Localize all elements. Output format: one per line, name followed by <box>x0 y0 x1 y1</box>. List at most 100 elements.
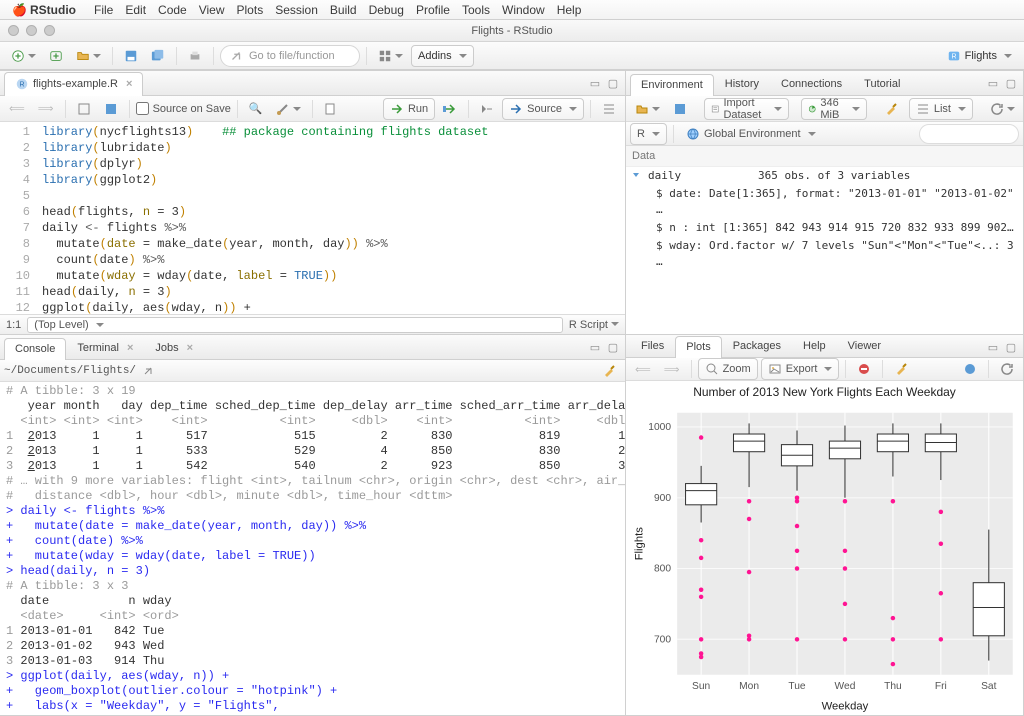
back-button[interactable]: ⟸ <box>4 98 30 120</box>
clear-console-button[interactable] <box>597 360 621 382</box>
env-search-input[interactable] <box>919 124 1019 144</box>
prev-plot-button[interactable]: ⟸ <box>630 358 656 380</box>
env-row[interactable]: $ n : int [1:365] 842 943 914 915 720 83… <box>626 219 1023 237</box>
menu-session[interactable]: Session <box>269 3 324 17</box>
code-tools-button[interactable] <box>271 98 306 120</box>
filetype-selector[interactable]: R Script <box>569 319 619 331</box>
forward-button[interactable]: ⟹ <box>33 98 59 120</box>
tab-env-environment[interactable]: Environment <box>630 74 714 96</box>
new-file-button[interactable] <box>6 45 41 67</box>
view-mode-button[interactable]: List <box>909 98 973 120</box>
minimize-pane-icon[interactable]: ▭ <box>985 339 1001 355</box>
zoom-button[interactable]: Zoom <box>698 358 758 380</box>
clear-workspace-button[interactable] <box>879 98 903 120</box>
project-menu[interactable]: R Flights <box>941 45 1018 67</box>
close-tab-icon[interactable]: × <box>122 78 132 90</box>
svg-text:Fri: Fri <box>935 681 947 692</box>
env-row[interactable]: $ wday: Ord.factor w/ 7 levels "Sun"<"Mo… <box>626 237 1023 271</box>
menu-profile[interactable]: Profile <box>410 3 456 17</box>
remove-plot-button[interactable] <box>852 358 876 380</box>
minimize-pane-icon[interactable]: ▭ <box>587 75 603 91</box>
console-tabs: ConsoleTerminal×Jobs× ▭ ▢ <box>0 335 625 360</box>
tab-plot-files[interactable]: Files <box>630 335 675 357</box>
go-to-section-button[interactable] <box>475 98 499 120</box>
traffic-light-zoom[interactable] <box>44 25 55 36</box>
open-file-button[interactable] <box>71 45 106 67</box>
load-workspace-button[interactable] <box>630 98 665 120</box>
source-button[interactable]: Source <box>502 98 584 120</box>
window-titlebar: Flights - RStudio <box>0 20 1024 42</box>
console-pane: ConsoleTerminal×Jobs× ▭ ▢ ~/Documents/Fl… <box>0 334 626 716</box>
clear-plots-button[interactable] <box>889 358 913 380</box>
export-button[interactable]: Export <box>761 358 840 380</box>
run-button[interactable]: Run <box>383 98 435 120</box>
env-data[interactable]: Data daily365 obs. of 3 variables$ date:… <box>626 146 1023 334</box>
app-name[interactable]: RStudio <box>24 3 82 17</box>
cursor-position: 1:1 <box>6 319 21 331</box>
save-button[interactable] <box>119 45 143 67</box>
outline-button[interactable] <box>597 98 621 120</box>
tab-plot-plots[interactable]: Plots <box>675 336 721 358</box>
svg-text:800: 800 <box>654 564 671 575</box>
maximize-pane-icon[interactable]: ▢ <box>605 75 621 91</box>
minimize-pane-icon[interactable]: ▭ <box>985 75 1001 91</box>
menu-build[interactable]: Build <box>324 3 363 17</box>
minimize-pane-icon[interactable]: ▭ <box>587 339 603 355</box>
maximize-pane-icon[interactable]: ▢ <box>1003 75 1019 91</box>
menu-tools[interactable]: Tools <box>456 3 496 17</box>
traffic-light-minimize[interactable] <box>26 25 37 36</box>
wd-browse-icon[interactable] <box>139 360 157 382</box>
menu-file[interactable]: File <box>88 3 119 17</box>
tab-source-file[interactable]: R flights-example.R × <box>4 72 143 96</box>
maximize-pane-icon[interactable]: ▢ <box>605 339 621 355</box>
traffic-light-close[interactable] <box>8 25 19 36</box>
code-editor[interactable]: 12345678910111213141516 library(nycfligh… <box>0 122 625 314</box>
show-in-new-window-button[interactable] <box>72 98 96 120</box>
tab-con-console[interactable]: Console <box>4 338 66 360</box>
rerun-button[interactable] <box>438 98 462 120</box>
env-scope-selector[interactable]: Global Environment <box>680 123 822 145</box>
console-output[interactable]: # A tibble: 3 x 19 year month day dep_ti… <box>0 382 625 715</box>
goto-file-input[interactable]: Go to file/function <box>220 45 360 67</box>
source-icon <box>509 102 523 116</box>
language-selector[interactable]: R <box>630 123 667 145</box>
import-dataset-button[interactable]: Import Dataset <box>704 98 789 120</box>
tab-env-history[interactable]: History <box>714 73 770 95</box>
working-directory[interactable]: ~/Documents/Flights/ <box>4 365 136 377</box>
tab-plot-viewer[interactable]: Viewer <box>837 335 892 357</box>
env-row[interactable]: $ date: Date[1:365], format: "2013-01-01… <box>626 185 1023 219</box>
env-row[interactable]: daily365 obs. of 3 variables <box>626 167 1023 185</box>
new-project-button[interactable] <box>44 45 68 67</box>
menu-debug[interactable]: Debug <box>363 3 410 17</box>
source-on-save-checkbox[interactable]: Source on Save <box>136 102 231 115</box>
menu-edit[interactable]: Edit <box>119 3 152 17</box>
next-plot-button[interactable]: ⟹ <box>659 358 685 380</box>
tab-env-connections[interactable]: Connections <box>770 73 853 95</box>
apple-menu-icon[interactable]: 🍎 <box>6 3 20 17</box>
maximize-pane-icon[interactable]: ▢ <box>1003 339 1019 355</box>
refresh-button[interactable] <box>985 98 1020 120</box>
save-all-button[interactable] <box>146 45 170 67</box>
menu-window[interactable]: Window <box>496 3 551 17</box>
print-button[interactable] <box>183 45 207 67</box>
save-source-button[interactable] <box>99 98 123 120</box>
tab-con-terminal[interactable]: Terminal× <box>66 337 144 359</box>
tab-plot-packages[interactable]: Packages <box>722 335 792 357</box>
refresh-plot-button[interactable] <box>995 358 1019 380</box>
compile-report-button[interactable] <box>319 98 343 120</box>
addins-button[interactable]: Addins <box>411 45 474 67</box>
tab-con-jobs[interactable]: Jobs× <box>144 337 204 359</box>
find-button[interactable]: 🔍 <box>244 98 268 120</box>
workspace-panes-button[interactable] <box>373 45 408 67</box>
menu-plots[interactable]: Plots <box>231 3 270 17</box>
save-workspace-button[interactable] <box>668 98 692 120</box>
menu-code[interactable]: Code <box>152 3 193 17</box>
tab-plot-help[interactable]: Help <box>792 335 837 357</box>
publish-plot-button[interactable] <box>958 358 982 380</box>
memory-usage-button[interactable]: 346 MiB <box>801 98 867 120</box>
scope-selector[interactable]: (Top Level) <box>27 317 563 333</box>
menu-help[interactable]: Help <box>551 3 588 17</box>
macos-menubar[interactable]: 🍎 RStudio FileEditCodeViewPlotsSessionBu… <box>0 0 1024 20</box>
menu-view[interactable]: View <box>193 3 231 17</box>
tab-env-tutorial[interactable]: Tutorial <box>853 73 911 95</box>
